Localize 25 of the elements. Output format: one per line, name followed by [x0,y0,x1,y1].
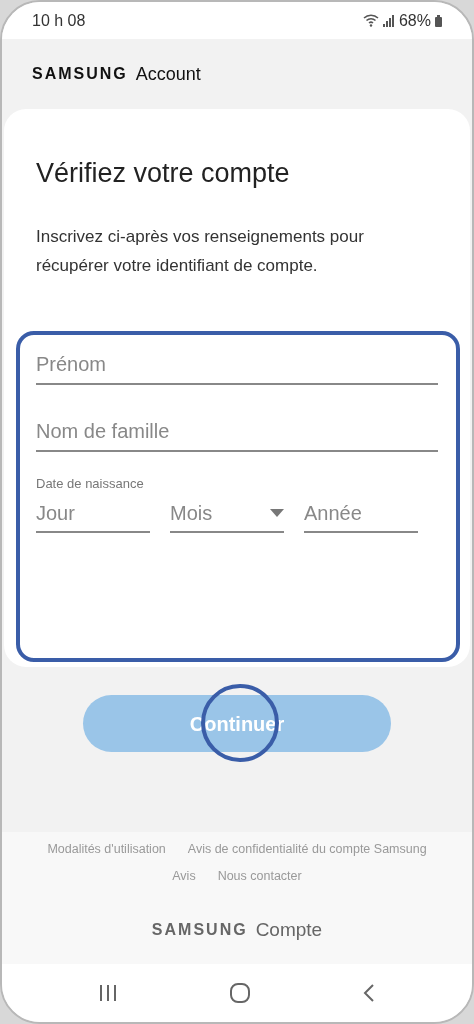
footer-title: Compte [255,917,323,942]
home-icon[interactable] [229,982,251,1004]
back-icon[interactable] [362,983,377,1003]
footer-link[interactable]: Avis [172,866,196,886]
brand-logo: SAMSUNG [32,64,128,84]
footer-link[interactable]: Avis de confidentialité du compte Samsung [187,840,427,859]
wifi-icon [362,14,379,27]
page-title: Vérifiez votre compte [36,157,291,190]
footer-link[interactable]: Nous contacter [217,866,302,886]
recent-apps-icon[interactable] [97,984,118,1002]
brand-logo: SAMSUNG [151,919,248,940]
input-field[interactable]: Prénom [36,345,438,385]
input-field[interactable]: Nom de famille [36,412,438,452]
battery-icon [435,14,442,27]
description-text: Inscrivez ci-après vos renseignements pour récupérer votre identifiant de compte. [36,225,365,277]
header-title: Account [135,62,201,86]
input-field[interactable]: Jour [36,495,150,533]
footer-link[interactable]: Modalités d'utilisation [47,840,166,859]
battery-percent: 68% [398,10,431,31]
month-dropdown[interactable]: Mois [170,495,284,533]
caret-icon [270,509,284,517]
signal-icon [382,14,395,27]
field-label: Date de naissance [36,474,145,493]
input-field[interactable]: Année [304,495,418,533]
status-time: 10 h 08 [32,10,86,31]
